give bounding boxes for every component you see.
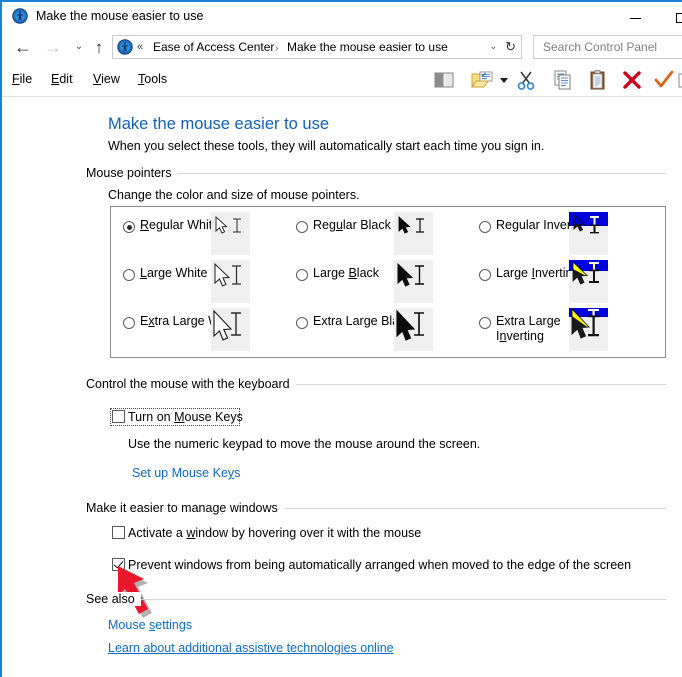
checkbox-prevent-window-arrange[interactable] — [112, 558, 125, 571]
cut-scissors-icon[interactable] — [514, 68, 538, 92]
mouse-keys-description: Use the numeric keypad to move the mouse… — [128, 437, 481, 451]
forward-arrow-icon[interactable]: → — [42, 36, 64, 58]
new-folder-icon[interactable] — [470, 68, 494, 92]
page-subtitle: When you select these tools, they will a… — [108, 139, 545, 153]
preview-extra-large-white — [211, 308, 250, 351]
preview-pane-icon[interactable] — [432, 68, 456, 92]
confirm-check-icon[interactable] — [652, 68, 676, 92]
checkbox-turn-on-mouse-keys-label[interactable]: Turn on Mouse Keys — [128, 410, 243, 425]
address-bar[interactable]: « Ease of Access Center › Make the mouse… — [112, 35, 522, 59]
see-also-heading: See also — [86, 592, 141, 606]
preview-regular-white — [211, 212, 250, 255]
title-bar: Make the mouse easier to use — [2, 2, 682, 30]
refresh-icon[interactable]: ↻ — [505, 39, 516, 55]
search-placeholder: Search Control Panel — [543, 40, 658, 54]
checkbox-prevent-window-arrange-label[interactable]: Prevent windows from being automatically… — [128, 558, 631, 573]
minimize-icon — [612, 4, 658, 32]
radio-extra-large-inverting[interactable] — [479, 317, 491, 329]
mouse-pointer-options-panel: Regular White Large White Extra Large Wh… — [110, 206, 666, 358]
manage-windows-heading: Make it easier to manage windows — [86, 501, 284, 515]
copy-icon[interactable] — [551, 68, 575, 92]
partial-icon[interactable] — [678, 68, 682, 92]
link-mouse-settings[interactable]: Mouse settings — [108, 618, 192, 632]
page-title: Make the mouse easier to use — [108, 115, 330, 133]
preview-regular-inverting — [569, 212, 608, 255]
dropdown-arrow-icon[interactable] — [498, 68, 510, 92]
mouse-pointers-description: Change the color and size of mouse point… — [108, 188, 360, 202]
radio-large-black[interactable] — [296, 269, 308, 281]
radio-large-inverting[interactable] — [479, 269, 491, 281]
window-title: Make the mouse easier to use — [36, 9, 204, 23]
recent-locations-chevron-icon[interactable]: ⌄ — [68, 36, 90, 58]
control-panel-window: Make the mouse easier to use ← → ⌄ ↑ « E… — [0, 0, 682, 677]
preview-large-white — [211, 260, 250, 303]
address-dropdown-icon[interactable]: ⌄ — [489, 41, 497, 52]
link-set-up-mouse-keys[interactable]: Set up Mouse Keys — [132, 466, 240, 480]
radio-regular-white[interactable] — [123, 221, 135, 233]
navigation-bar: ← → ⌄ ↑ « Ease of Access Center › Make t… — [2, 30, 682, 64]
delete-x-icon[interactable] — [620, 68, 644, 92]
menu-view[interactable]: View — [93, 71, 120, 87]
checkbox-activate-window-hover[interactable] — [112, 526, 125, 539]
page-content: Make the mouse easier to use When you se… — [2, 97, 680, 675]
preview-regular-black — [394, 212, 433, 255]
maximize-icon — [658, 4, 682, 32]
menu-edit[interactable]: Edit — [51, 71, 73, 87]
link-assistive-technologies[interactable]: Learn about additional assistive technol… — [108, 641, 394, 655]
ease-of-access-icon — [12, 8, 28, 24]
radio-regular-black[interactable] — [296, 221, 308, 233]
breadcrumb-separator-icon: › — [275, 43, 279, 54]
radio-large-white[interactable] — [123, 269, 135, 281]
preview-large-inverting — [569, 260, 608, 303]
address-overflow-chevrons[interactable]: « — [137, 40, 143, 55]
checkbox-turn-on-mouse-keys[interactable] — [112, 410, 125, 423]
checkbox-activate-window-hover-label[interactable]: Activate a window by hovering over it wi… — [128, 526, 421, 541]
minimize-button[interactable] — [612, 4, 658, 32]
mouse-pointers-heading: Mouse pointers — [86, 166, 178, 180]
keyboard-control-heading: Control the mouse with the keyboard — [86, 377, 296, 391]
preview-extra-large-inverting — [569, 307, 608, 351]
see-also-rule — [86, 599, 666, 600]
address-ease-of-access-icon — [117, 39, 133, 55]
back-arrow-icon[interactable]: ← — [12, 36, 34, 58]
preview-extra-large-black — [394, 308, 433, 351]
radio-extra-large-black[interactable] — [296, 317, 308, 329]
paste-icon[interactable] — [586, 68, 610, 92]
breadcrumb-ease-of-access-center[interactable]: Ease of Access Center — [153, 40, 274, 55]
preview-large-black — [394, 260, 433, 303]
radio-regular-inverting[interactable] — [479, 221, 491, 233]
maximize-button[interactable] — [658, 4, 682, 32]
radio-extra-large-white[interactable] — [123, 317, 135, 329]
breadcrumb-current-page[interactable]: Make the mouse easier to use — [287, 40, 448, 55]
menu-file[interactable]: File — [12, 71, 32, 87]
up-arrow-icon[interactable]: ↑ — [88, 36, 110, 58]
menu-bar: File Edit View Tools — [2, 64, 682, 97]
search-box[interactable]: Search Control Panel — [533, 35, 682, 59]
menu-tools[interactable]: Tools — [138, 71, 167, 87]
